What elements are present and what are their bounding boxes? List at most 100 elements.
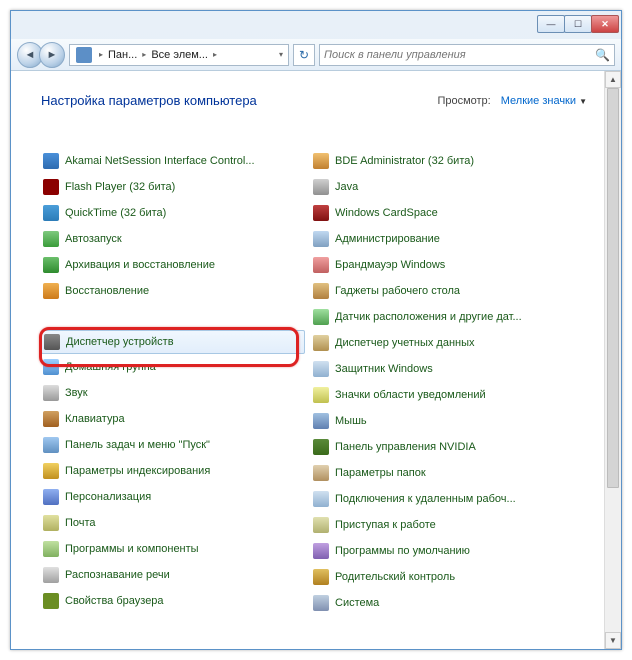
- control-panel-item[interactable]: Гаджеты рабочего стола: [311, 278, 575, 304]
- item-label: Датчик расположения и другие дат...: [335, 311, 522, 323]
- control-panel-item[interactable]: Восстановление: [41, 278, 305, 304]
- dropdown-icon[interactable]: ▾: [276, 50, 286, 59]
- control-panel-item[interactable]: Диспетчер учетных данных: [311, 330, 575, 356]
- breadcrumb-segment[interactable]: Все элем...: [149, 49, 210, 61]
- item-icon: [313, 569, 329, 585]
- item-icon: [313, 335, 329, 351]
- view-mode-link[interactable]: Мелкие значки ▼: [501, 95, 587, 107]
- item-label: Администрирование: [335, 233, 440, 245]
- control-panel-item[interactable]: Распознавание речи: [41, 562, 305, 588]
- view-selector: Просмотр: Мелкие значки ▼: [437, 95, 587, 107]
- control-panel-item[interactable]: Windows CardSpace: [311, 200, 575, 226]
- item-icon: [313, 387, 329, 403]
- control-panel-item[interactable]: Администрирование: [311, 226, 575, 252]
- breadcrumb[interactable]: ▸ Пан... ▸ Все элем... ▸ ▾: [69, 44, 289, 66]
- control-panel-item[interactable]: Программы по умолчанию: [311, 538, 575, 564]
- control-panel-item[interactable]: Значки области уведомлений: [311, 382, 575, 408]
- close-button[interactable]: ✕: [591, 15, 619, 33]
- control-panel-item[interactable]: Свойства браузера: [41, 588, 305, 614]
- item-icon: [43, 515, 59, 531]
- item-label: Параметры папок: [335, 467, 426, 479]
- control-panel-item[interactable]: Программы и компоненты: [41, 536, 305, 562]
- item-label: Панель задач и меню "Пуск": [65, 439, 210, 451]
- control-panel-item[interactable]: Брандмауэр Windows: [311, 252, 575, 278]
- control-panel-item[interactable]: Архивация и восстановление: [41, 252, 305, 278]
- item-label: Восстановление: [65, 285, 149, 297]
- control-panel-item[interactable]: Защитник Windows: [311, 356, 575, 382]
- control-panel-item[interactable]: Параметры папок: [311, 460, 575, 486]
- item-icon: [43, 231, 59, 247]
- control-panel-item[interactable]: Приступая к работе: [311, 512, 575, 538]
- control-panel-item[interactable]: QuickTime (32 бита): [41, 200, 305, 226]
- control-panel-item[interactable]: Звук: [41, 380, 305, 406]
- search-input[interactable]: [324, 49, 595, 61]
- item-label: Значки области уведомлений: [335, 389, 486, 401]
- refresh-button[interactable]: ↻: [293, 44, 315, 66]
- control-panel-item[interactable]: Автозапуск: [41, 226, 305, 252]
- control-panel-item[interactable]: Flash Player (32 бита): [41, 174, 305, 200]
- item-icon: [43, 411, 59, 427]
- item-label: Распознавание речи: [65, 569, 170, 581]
- scroll-up-button[interactable]: ▲: [605, 71, 621, 88]
- content-area: Настройка параметров компьютера Просмотр…: [11, 71, 621, 649]
- item-label: Приступая к работе: [335, 519, 436, 531]
- breadcrumb-segment[interactable]: Пан...: [106, 49, 139, 61]
- scrollbar[interactable]: ▲ ▼: [604, 71, 621, 649]
- control-panel-item[interactable]: Параметры индексирования: [41, 458, 305, 484]
- item-label: Подключения к удаленным рабоч...: [335, 493, 516, 505]
- scroll-thumb[interactable]: [607, 88, 619, 488]
- control-panel-item[interactable]: Родительский контроль: [311, 564, 575, 590]
- control-panel-item[interactable]: Персонализация: [41, 484, 305, 510]
- item-icon: [313, 179, 329, 195]
- item-label: Клавиатура: [65, 413, 125, 425]
- control-panel-item[interactable]: Akamai NetSession Interface Control...: [41, 148, 305, 174]
- item-label: Звук: [65, 387, 88, 399]
- titlebar: — ☐ ✕: [11, 11, 621, 39]
- item-icon: [43, 359, 59, 375]
- window: — ☐ ✕ ◄ ► ▸ Пан... ▸ Все элем... ▸ ▾ ↻ 🔍…: [10, 10, 622, 650]
- item-label: Брандмауэр Windows: [335, 259, 445, 271]
- item-label: Система: [335, 597, 379, 609]
- control-panel-item[interactable]: Клавиатура: [41, 406, 305, 432]
- item-label: Мышь: [335, 415, 367, 427]
- control-panel-item[interactable]: BDE Administrator (32 бита): [311, 148, 575, 174]
- item-label: Windows CardSpace: [335, 207, 438, 219]
- maximize-button[interactable]: ☐: [564, 15, 592, 33]
- item-icon: [43, 489, 59, 505]
- item-icon: [43, 153, 59, 169]
- control-panel-item[interactable]: Домашняя группа: [41, 354, 305, 380]
- control-panel-item[interactable]: Диспетчер устройств: [41, 330, 305, 354]
- control-panel-item[interactable]: Мышь: [311, 408, 575, 434]
- control-panel-item[interactable]: Панель управления NVIDIA: [311, 434, 575, 460]
- item-icon: [43, 385, 59, 401]
- item-icon: [313, 491, 329, 507]
- item-icon: [43, 593, 59, 609]
- control-panel-item[interactable]: Почта: [41, 510, 305, 536]
- item-icon: [44, 334, 60, 350]
- item-icon: [43, 567, 59, 583]
- item-label: Свойства браузера: [65, 595, 164, 607]
- minimize-button[interactable]: —: [537, 15, 565, 33]
- chevron-down-icon: ▼: [579, 97, 587, 106]
- search-box[interactable]: 🔍: [319, 44, 615, 66]
- item-label: Почта: [65, 517, 96, 529]
- item-label: Flash Player (32 бита): [65, 181, 175, 193]
- search-icon[interactable]: 🔍: [595, 48, 610, 62]
- control-panel-item[interactable]: Подключения к удаленным рабоч...: [311, 486, 575, 512]
- chevron-right-icon: ▸: [96, 50, 106, 59]
- item-label: BDE Administrator (32 бита): [335, 155, 474, 167]
- control-panel-item[interactable]: Датчик расположения и другие дат...: [311, 304, 575, 330]
- item-icon: [43, 437, 59, 453]
- item-icon: [43, 257, 59, 273]
- item-label: Персонализация: [65, 491, 151, 503]
- view-label: Просмотр:: [437, 95, 490, 107]
- control-panel-item[interactable]: Java: [311, 174, 575, 200]
- item-icon: [313, 439, 329, 455]
- item-icon: [43, 541, 59, 557]
- control-panel-item[interactable]: Панель задач и меню "Пуск": [41, 432, 305, 458]
- scroll-down-button[interactable]: ▼: [605, 632, 621, 649]
- forward-button[interactable]: ►: [39, 42, 65, 68]
- control-panel-item[interactable]: Система: [311, 590, 575, 616]
- item-icon: [313, 465, 329, 481]
- item-label: QuickTime (32 бита): [65, 207, 166, 219]
